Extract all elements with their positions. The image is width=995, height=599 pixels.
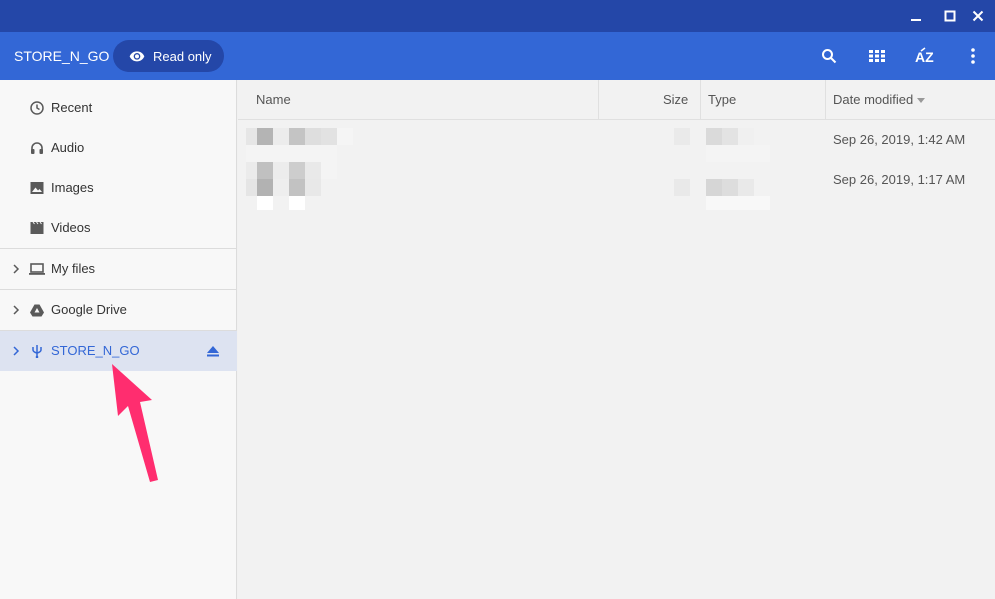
headphones-icon [29, 140, 45, 156]
clock-icon [29, 100, 45, 116]
chevron-right-icon[interactable] [9, 303, 23, 317]
minimize-icon[interactable] [906, 6, 926, 26]
window-title-bar [0, 0, 995, 32]
grid-view-icon[interactable] [865, 44, 889, 68]
sidebar-item-label: Images [51, 180, 94, 195]
svg-text:AZ: AZ [915, 49, 934, 65]
film-icon [29, 220, 45, 236]
usb-icon [29, 343, 45, 359]
annotation-arrow [112, 364, 158, 482]
eject-icon[interactable] [206, 344, 220, 358]
file-list-pane: Name Size Type Date modified Sep 26, 201… [238, 80, 995, 599]
sidebar-item-label: Videos [51, 220, 91, 235]
sidebar-item-my-files[interactable]: My files [0, 249, 237, 289]
sidebar-item-label: Google Drive [51, 302, 127, 317]
sidebar-item-label: Audio [51, 140, 85, 155]
column-header-row: Name Size Type Date modified [238, 80, 995, 120]
drive-icon [29, 302, 45, 318]
chevron-right-icon[interactable] [9, 344, 23, 358]
sort-az-icon[interactable]: AZ [913, 44, 937, 68]
file-date-modified: Sep 26, 2019, 1:17 AM [833, 172, 966, 187]
chevron-right-icon[interactable] [9, 262, 23, 276]
file-date-modified: Sep 26, 2019, 1:42 AM [833, 132, 966, 147]
maximize-icon[interactable] [940, 6, 960, 26]
column-header-name[interactable]: Name [256, 80, 291, 120]
sidebar-item-videos[interactable]: Videos [0, 208, 237, 248]
sidebar-item-recent[interactable]: Recent [0, 88, 237, 128]
sidebar-item-audio[interactable]: Audio [0, 128, 237, 168]
image-icon [29, 180, 45, 196]
column-header-type[interactable]: Type [708, 80, 736, 120]
sort-descending-icon [917, 97, 926, 103]
sidebar-item-google-drive[interactable]: Google Drive [0, 290, 237, 330]
sidebar-item-images[interactable]: Images [0, 168, 237, 208]
sidebar-item-label: My files [51, 261, 96, 276]
read-only-badge[interactable]: Read only [113, 40, 224, 72]
close-icon[interactable] [968, 6, 988, 26]
sidebar: Recent Audio Images Videos My files Goog… [0, 80, 237, 599]
redacted-file-details [246, 128, 770, 210]
search-icon[interactable] [817, 44, 841, 68]
column-header-date-label: Date modified [833, 92, 914, 107]
column-header-date[interactable]: Date modified [833, 80, 926, 120]
read-only-label: Read only [153, 48, 212, 64]
more-vert-icon[interactable] [961, 44, 985, 68]
breadcrumb-title[interactable]: STORE_N_GO [14, 32, 109, 80]
column-divider[interactable] [825, 80, 826, 120]
laptop-icon [29, 261, 45, 277]
column-divider[interactable] [598, 80, 599, 120]
eye-icon [129, 48, 145, 64]
column-header-size[interactable]: Size [663, 80, 688, 120]
sidebar-item-label: Recent [51, 100, 93, 115]
column-divider[interactable] [700, 80, 701, 120]
app-toolbar: STORE_N_GO Read only AZ [0, 32, 995, 80]
